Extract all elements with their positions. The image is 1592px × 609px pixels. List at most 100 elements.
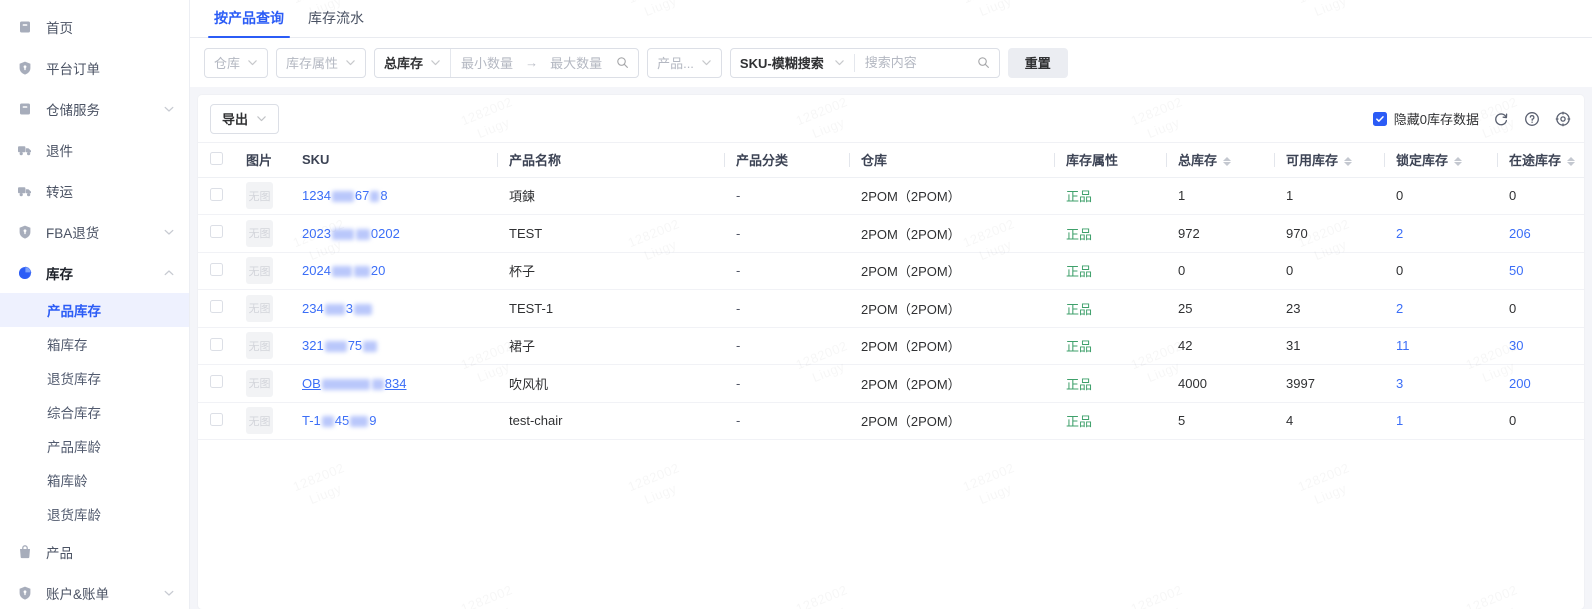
product-select[interactable]: 产品...: [647, 48, 722, 78]
table-scroll-container[interactable]: 图片SKU产品名称产品分类仓库库存属性总库存可用库存锁定库存在途库存 无图123…: [198, 143, 1584, 609]
chevron-down-icon[interactable]: [163, 587, 175, 599]
table-row[interactable]: 无图2343TEST-1-2POM（2POM）正品252320: [198, 290, 1584, 328]
sidebar-item-4[interactable]: 转运: [0, 170, 189, 211]
sku-prefix: 1234: [302, 188, 331, 203]
row-checkbox[interactable]: [210, 338, 223, 351]
sidebar-subitem-5[interactable]: 箱库龄: [0, 463, 189, 497]
sku-link[interactable]: OB834: [302, 376, 407, 391]
no-image-placeholder: 无图: [246, 220, 273, 247]
row-checkbox[interactable]: [210, 225, 223, 238]
sidebar-item-3[interactable]: 退件: [0, 129, 189, 170]
tab-inventory-flow[interactable]: 库存流水: [296, 8, 376, 37]
table-row[interactable]: 无图T-1459test-chair-2POM（2POM）正品5410: [198, 402, 1584, 440]
table-body: 无图1234678項鍊-2POM（2POM）正品1100无图20230202TE…: [198, 177, 1584, 440]
locked-stock-cell[interactable]: 2: [1384, 290, 1497, 328]
column-header-locked[interactable]: 锁定库存: [1384, 143, 1497, 177]
sku-prefix: 2023: [302, 226, 331, 241]
order-icon: [16, 223, 34, 241]
stock-attribute-cell: 正品: [1054, 252, 1166, 290]
reset-button[interactable]: 重置: [1008, 48, 1068, 78]
sidebar-subitem-1[interactable]: 箱库存: [0, 327, 189, 361]
sort-toggle-icon[interactable]: [1567, 157, 1575, 166]
column-header-label: 产品名称: [509, 153, 561, 168]
sidebar-subitem-4[interactable]: 产品库龄: [0, 429, 189, 463]
max-qty-input[interactable]: 最大数量: [540, 53, 612, 72]
sidebar-item-0[interactable]: 产品: [0, 531, 189, 572]
sidebar-subitem-2[interactable]: 退货库存: [0, 361, 189, 395]
sku-link[interactable]: 32175: [302, 338, 378, 353]
locked-stock-cell[interactable]: 1: [1384, 402, 1497, 440]
column-header-total[interactable]: 总库存: [1166, 143, 1274, 177]
transit-stock-cell[interactable]: 206: [1497, 215, 1584, 253]
table-row[interactable]: 无图OB834吹风机-2POM（2POM）正品400039973200: [198, 365, 1584, 403]
table-row[interactable]: 无图20230202TEST-2POM（2POM）正品9729702206: [198, 215, 1584, 253]
tab-by-product[interactable]: 按产品查询: [202, 8, 296, 37]
warehouse-select[interactable]: 仓库: [204, 48, 268, 78]
locked-stock-cell[interactable]: 3: [1384, 365, 1497, 403]
column-header-available[interactable]: 可用库存: [1274, 143, 1384, 177]
search-icon[interactable]: [612, 56, 638, 69]
column-header-label: 仓库: [861, 153, 887, 168]
transit-stock-cell[interactable]: 30: [1497, 327, 1584, 365]
row-checkbox[interactable]: [210, 263, 223, 276]
column-header-transit[interactable]: 在途库存: [1497, 143, 1584, 177]
sku-link[interactable]: T-1459: [302, 413, 377, 428]
search-input[interactable]: [855, 55, 975, 70]
sidebar-subitem-0[interactable]: 产品库存: [0, 293, 189, 327]
row-checkbox[interactable]: [210, 300, 223, 313]
sidebar-item-5[interactable]: FBA退货: [0, 211, 189, 252]
sku-redacted: [372, 379, 384, 390]
help-icon[interactable]: [1523, 110, 1541, 128]
sku-prefix: T-1: [302, 413, 321, 428]
checkbox-checked-icon: [1373, 112, 1387, 126]
table-row[interactable]: 无图202420杯子-2POM（2POM）正品00050: [198, 252, 1584, 290]
warehouse-icon: [16, 100, 34, 118]
sidebar-item-1[interactable]: 平台订单: [0, 47, 189, 88]
sidebar-subitem-3[interactable]: 综合库存: [0, 395, 189, 429]
locked-stock-cell[interactable]: 2: [1384, 215, 1497, 253]
sku-link[interactable]: 1234678: [302, 188, 388, 203]
locked-stock-cell: 0: [1384, 177, 1497, 215]
transit-stock-cell[interactable]: 200: [1497, 365, 1584, 403]
chevron-down-icon[interactable]: [163, 226, 175, 238]
table-row[interactable]: 无图1234678項鍊-2POM（2POM）正品1100: [198, 177, 1584, 215]
product-name-cell: TEST: [497, 215, 724, 253]
refresh-icon[interactable]: [1492, 110, 1510, 128]
product-name-cell: 吹风机: [497, 365, 724, 403]
stock-attribute-select[interactable]: 库存属性: [276, 48, 366, 78]
row-checkbox-cell: [198, 327, 234, 365]
warehouse-cell: 2POM（2POM）: [849, 365, 1054, 403]
chevron-up-icon[interactable]: [163, 267, 175, 279]
row-checkbox[interactable]: [210, 375, 223, 388]
order-icon: [16, 59, 34, 77]
min-qty-input[interactable]: 最小数量: [451, 53, 523, 72]
sidebar-item-1[interactable]: 账户&账单: [0, 572, 189, 609]
stock-type-select[interactable]: 总库存: [375, 49, 450, 77]
sidebar-item-0[interactable]: 首页: [0, 6, 189, 47]
sidebar-subitem-6[interactable]: 退货库龄: [0, 497, 189, 531]
sku-link[interactable]: 20230202: [302, 226, 400, 241]
row-checkbox-cell: [198, 177, 234, 215]
sort-toggle-icon[interactable]: [1344, 157, 1352, 166]
available-stock-cell: 0: [1274, 252, 1384, 290]
search-mode-select[interactable]: SKU-模糊搜索: [731, 53, 854, 72]
locked-stock-cell[interactable]: 11: [1384, 327, 1497, 365]
sidebar-item-2[interactable]: 仓储服务: [0, 88, 189, 129]
export-button[interactable]: 导出: [210, 104, 279, 134]
column-header-checkbox: [198, 143, 234, 177]
select-all-checkbox[interactable]: [210, 152, 223, 165]
row-checkbox[interactable]: [210, 413, 223, 426]
search-icon[interactable]: [975, 56, 999, 69]
row-checkbox[interactable]: [210, 188, 223, 201]
hide-zero-stock-checkbox[interactable]: 隐藏0库存数据: [1373, 109, 1479, 128]
sidebar-item-6[interactable]: 库存: [0, 252, 189, 293]
settings-icon[interactable]: [1554, 110, 1572, 128]
sku-link[interactable]: 202420: [302, 263, 385, 278]
sku-link[interactable]: 2343: [302, 301, 373, 316]
sort-toggle-icon[interactable]: [1223, 157, 1231, 166]
transit-stock-cell[interactable]: 50: [1497, 252, 1584, 290]
sort-toggle-icon[interactable]: [1454, 157, 1462, 166]
sku-redacted: [356, 229, 370, 240]
chevron-down-icon[interactable]: [163, 103, 175, 115]
table-row[interactable]: 无图32175裙子-2POM（2POM）正品42311130: [198, 327, 1584, 365]
